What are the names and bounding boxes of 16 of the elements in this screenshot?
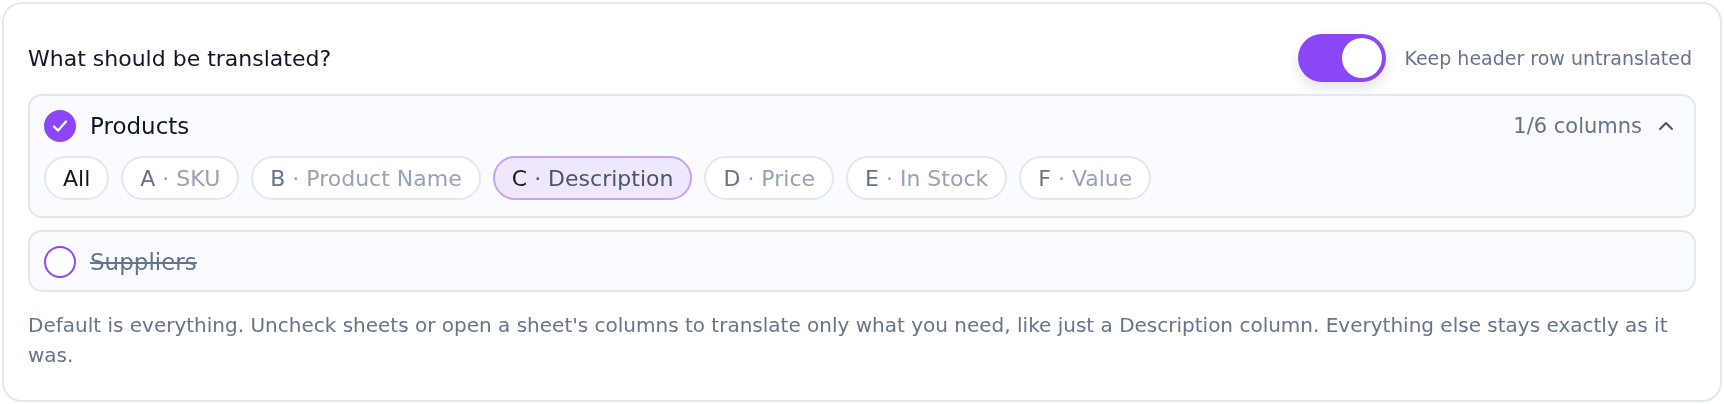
sheet-name: Products [90,113,190,139]
toggle-label: Keep header row untranslated [1404,47,1692,69]
column-count: 1/6 columns [1513,114,1642,138]
sheet-name: Suppliers [90,249,197,275]
toggle-switch[interactable] [1298,34,1387,82]
column-chip[interactable]: A · SKU [121,156,240,200]
column-chip[interactable]: B · Product Name [251,156,481,200]
column-chip[interactable]: C · Description [492,156,693,200]
section-title: What should be translated? [28,45,332,71]
help-text: Default is everything. Uncheck sheets or open a sheet's columns to translate only what you need, like just a Description column. Everything else stays exactly as it was. [28,312,1669,369]
column-chip[interactable]: D · Price [704,156,835,200]
sheet-checkbox[interactable] [44,110,76,142]
column-chip[interactable]: E · In Stock [846,156,1008,200]
column-chip[interactable]: F · Value [1019,156,1152,200]
all-columns-chip[interactable]: All [44,156,110,200]
sheet-checkbox[interactable] [44,246,76,278]
